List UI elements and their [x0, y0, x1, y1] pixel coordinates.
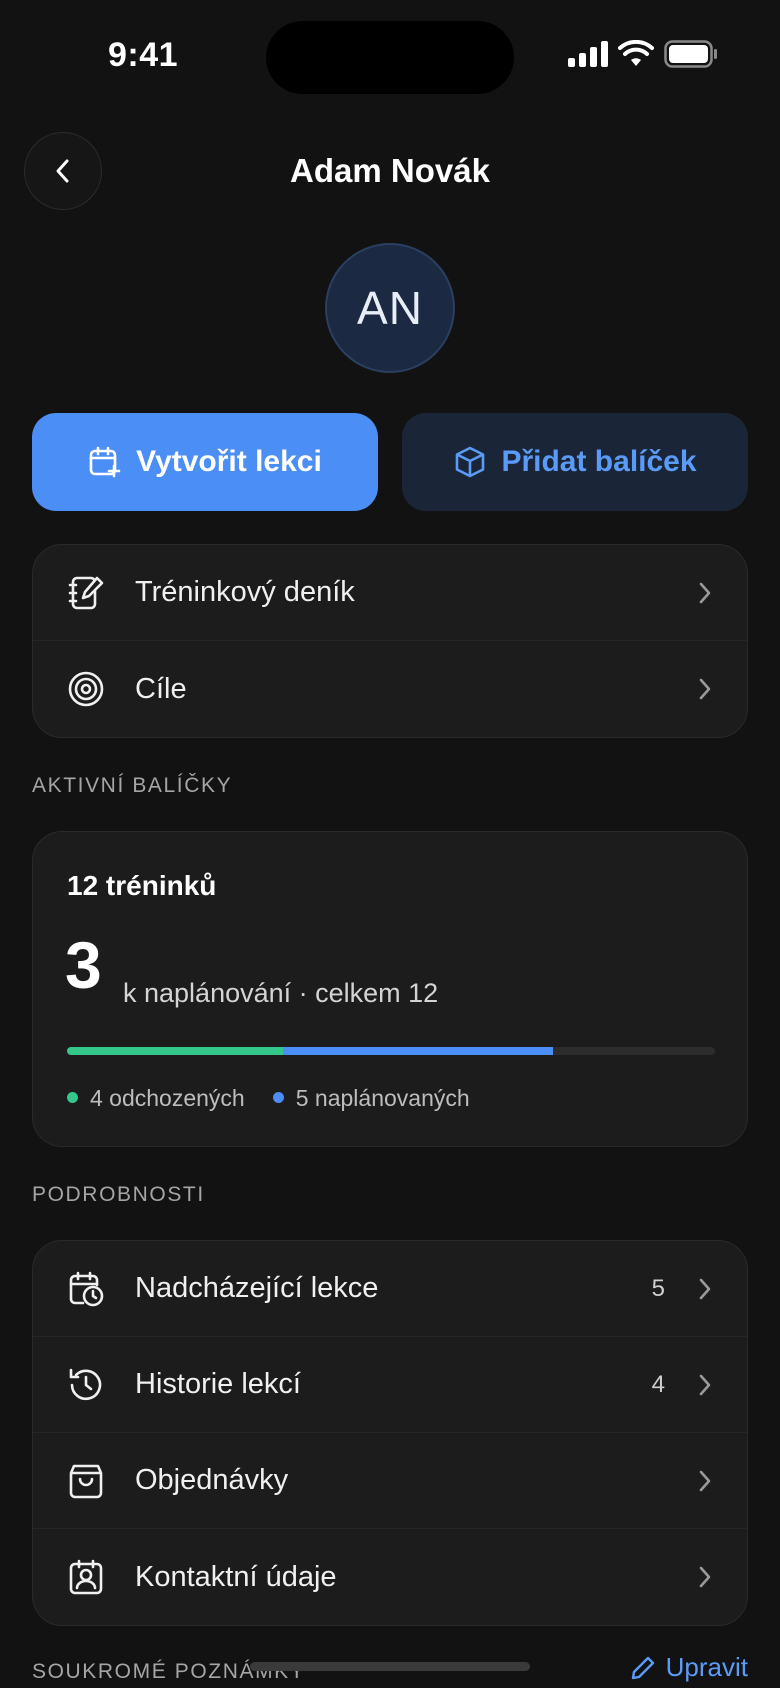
status-time: 9:41 [108, 36, 179, 74]
dynamic-island [266, 21, 514, 94]
create-lesson-label: Vytvořit lekci [136, 445, 322, 478]
count-badge: 5 [651, 1274, 665, 1302]
target-icon [67, 670, 105, 708]
menu-item-lesson-history[interactable]: Historie lekcí 4 [33, 1337, 747, 1433]
package-legend: 4 odchozených 5 naplánovaných [67, 1085, 470, 1112]
chevron-right-icon [695, 1467, 715, 1495]
menu-item-contact-details[interactable]: Kontaktní údaje [33, 1529, 747, 1625]
status-bar: 9:41 [0, 0, 780, 112]
menu-item-training-diary[interactable]: Tréninkový deník [33, 545, 747, 641]
chevron-right-icon [695, 579, 715, 607]
legend-scheduled-label: 5 naplánovaných [295, 1085, 470, 1111]
legend-scheduled-dot [272, 1092, 284, 1104]
menu-item-label: Kontaktní údaje [135, 1560, 337, 1593]
shopping-bag-icon [67, 1462, 105, 1500]
calendar-plus-icon [89, 446, 121, 478]
count-badge: 4 [651, 1370, 665, 1398]
package-remaining-text: k naplánování · celkem 12 [123, 978, 439, 1008]
chevron-right-icon [695, 1275, 715, 1303]
battery-icon [664, 40, 717, 68]
active-package-card[interactable]: 12 tréninků 3 k naplánování · celkem 12 … [32, 831, 748, 1147]
create-lesson-button[interactable]: Vytvořit lekci [32, 413, 378, 511]
menu-item-orders[interactable]: Objednávky [33, 1433, 747, 1529]
status-icons [568, 40, 718, 68]
package-box-icon [456, 446, 485, 478]
menu-item-upcoming-lessons[interactable]: Nadcházející lekce 5 [33, 1241, 747, 1337]
package-title: 12 tréninků [67, 870, 217, 901]
progress-done-segment [67, 1047, 283, 1055]
package-progress-bar [67, 1047, 715, 1055]
cellular-signal-icon [568, 41, 608, 67]
legend-done-label: 4 odchozených [90, 1085, 245, 1111]
edit-notes-button[interactable]: Upravit [630, 1652, 748, 1683]
contact-card-icon [67, 1558, 105, 1596]
avatar: AN [325, 243, 455, 373]
legend-scheduled: 5 naplánovaných [272, 1085, 470, 1112]
package-remaining-count: 3 [65, 928, 102, 1002]
edit-notes-label: Upravit [665, 1652, 748, 1682]
add-package-button[interactable]: Přidat balíček [402, 413, 748, 511]
nav-bar: Adam Novák [0, 130, 780, 214]
details-card: Nadcházející lekce 5 Historie lekcí 4 Ob… [32, 1240, 748, 1626]
chevron-right-icon [695, 675, 715, 703]
legend-done-dot [67, 1092, 78, 1104]
menu-item-label: Cíle [135, 672, 187, 705]
page-title: Adam Novák [290, 152, 490, 189]
calendar-clock-icon [67, 1270, 105, 1308]
menu-card-top: Tréninkový deník Cíle [32, 544, 748, 738]
menu-item-label: Objednávky [135, 1464, 289, 1496]
notebook-edit-icon [67, 574, 105, 612]
wifi-icon [618, 40, 654, 66]
section-label-active-packages: AKTIVNÍ BALÍČKY [32, 774, 233, 797]
legend-done: 4 odchozených [67, 1085, 245, 1112]
chevron-right-icon [695, 1371, 715, 1399]
home-indicator[interactable] [250, 1662, 530, 1671]
avatar-initials: AN [357, 282, 423, 334]
menu-item-goals[interactable]: Cíle [33, 641, 747, 737]
history-icon [67, 1366, 105, 1404]
progress-scheduled-segment [283, 1047, 553, 1055]
menu-item-label: Tréninkový deník [135, 576, 355, 608]
add-package-label: Přidat balíček [501, 445, 697, 478]
chevron-right-icon [695, 1563, 715, 1591]
pencil-icon [631, 1656, 654, 1679]
menu-item-label: Historie lekcí [135, 1368, 301, 1400]
action-buttons: Vytvořit lekci Přidat balíček [32, 413, 748, 511]
menu-item-label: Nadcházející lekce [135, 1272, 379, 1304]
section-label-details: PODROBNOSTI [32, 1183, 205, 1206]
